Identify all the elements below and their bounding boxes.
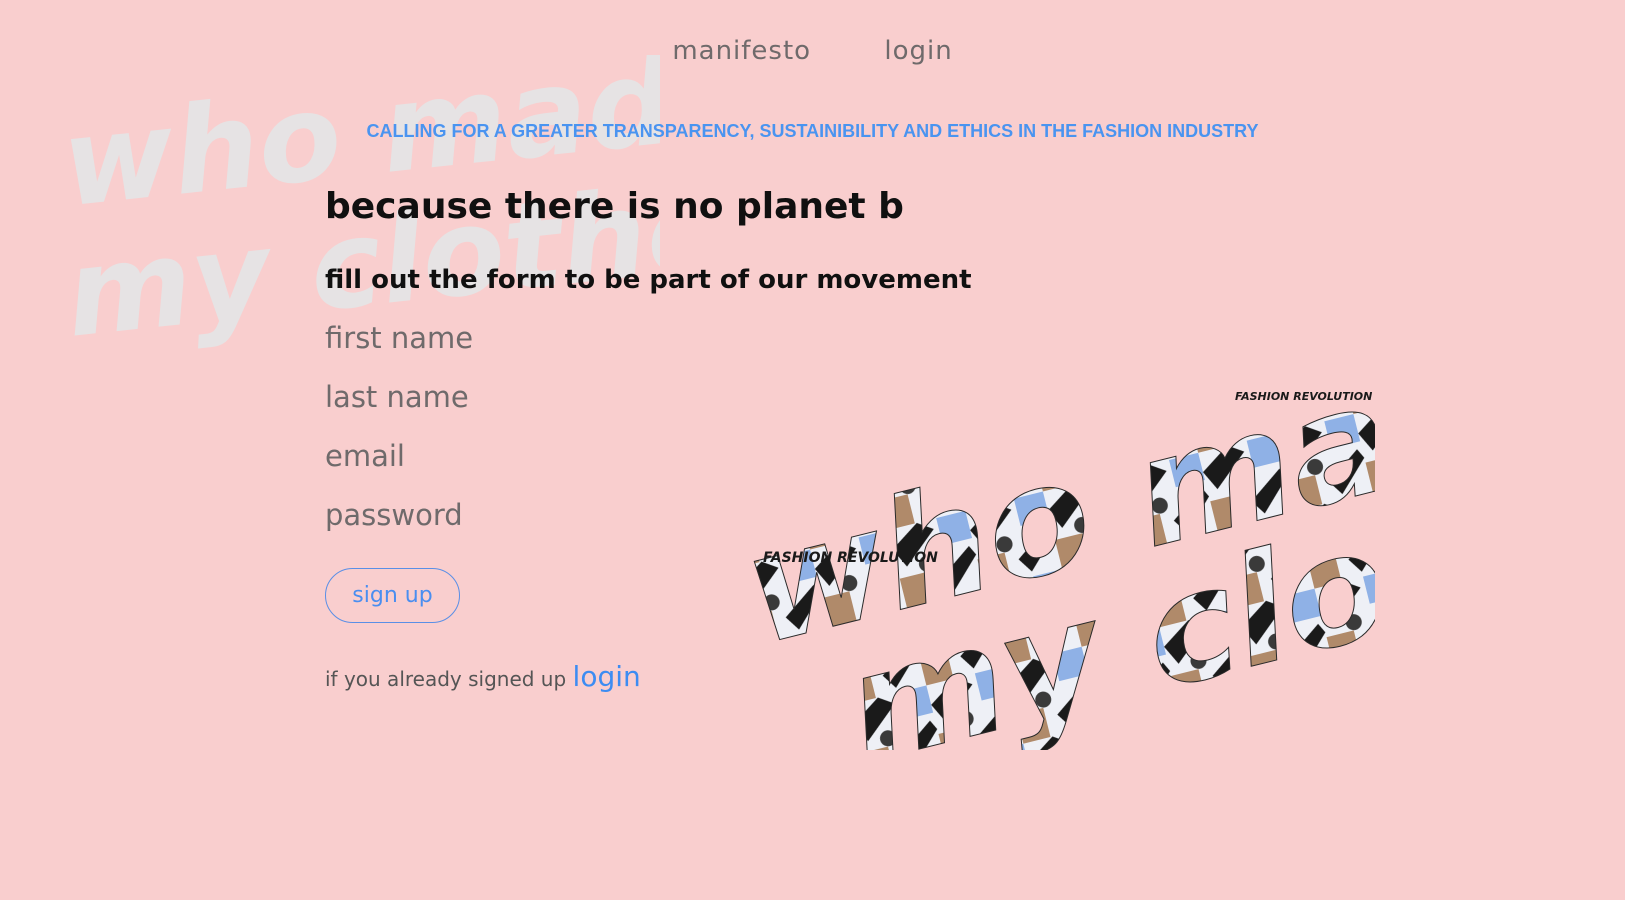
last-name-input[interactable] xyxy=(325,377,655,417)
password-input[interactable] xyxy=(325,495,655,535)
logo-sign-text-2: FASHION REVOLUTION xyxy=(1235,390,1372,403)
top-nav: manifesto login xyxy=(0,36,1625,66)
email-input[interactable] xyxy=(325,436,655,476)
login-prompt: if you already signed up login xyxy=(325,660,641,693)
login-prompt-link[interactable]: login xyxy=(573,660,641,693)
signup-form xyxy=(325,318,655,554)
first-name-input[interactable] xyxy=(325,318,655,358)
login-prompt-text: if you already signed up xyxy=(325,667,567,691)
tagline: CALLING FOR A GREATER TRANSPARENCY, SUST… xyxy=(366,121,1259,141)
sign-up-button[interactable]: sign up xyxy=(325,568,460,623)
who-made-my-clothes-logo: who made my clothes? FASHION REVOLUTION … xyxy=(735,330,1375,750)
logo-sign-text-1: FASHION REVOLUTION xyxy=(763,550,938,566)
nav-login-link[interactable]: login xyxy=(884,36,952,66)
form-subtitle: fill out the form to be part of our move… xyxy=(325,265,972,295)
page-title: because there is no planet b xyxy=(325,186,904,227)
nav-manifesto-link[interactable]: manifesto xyxy=(672,36,811,66)
